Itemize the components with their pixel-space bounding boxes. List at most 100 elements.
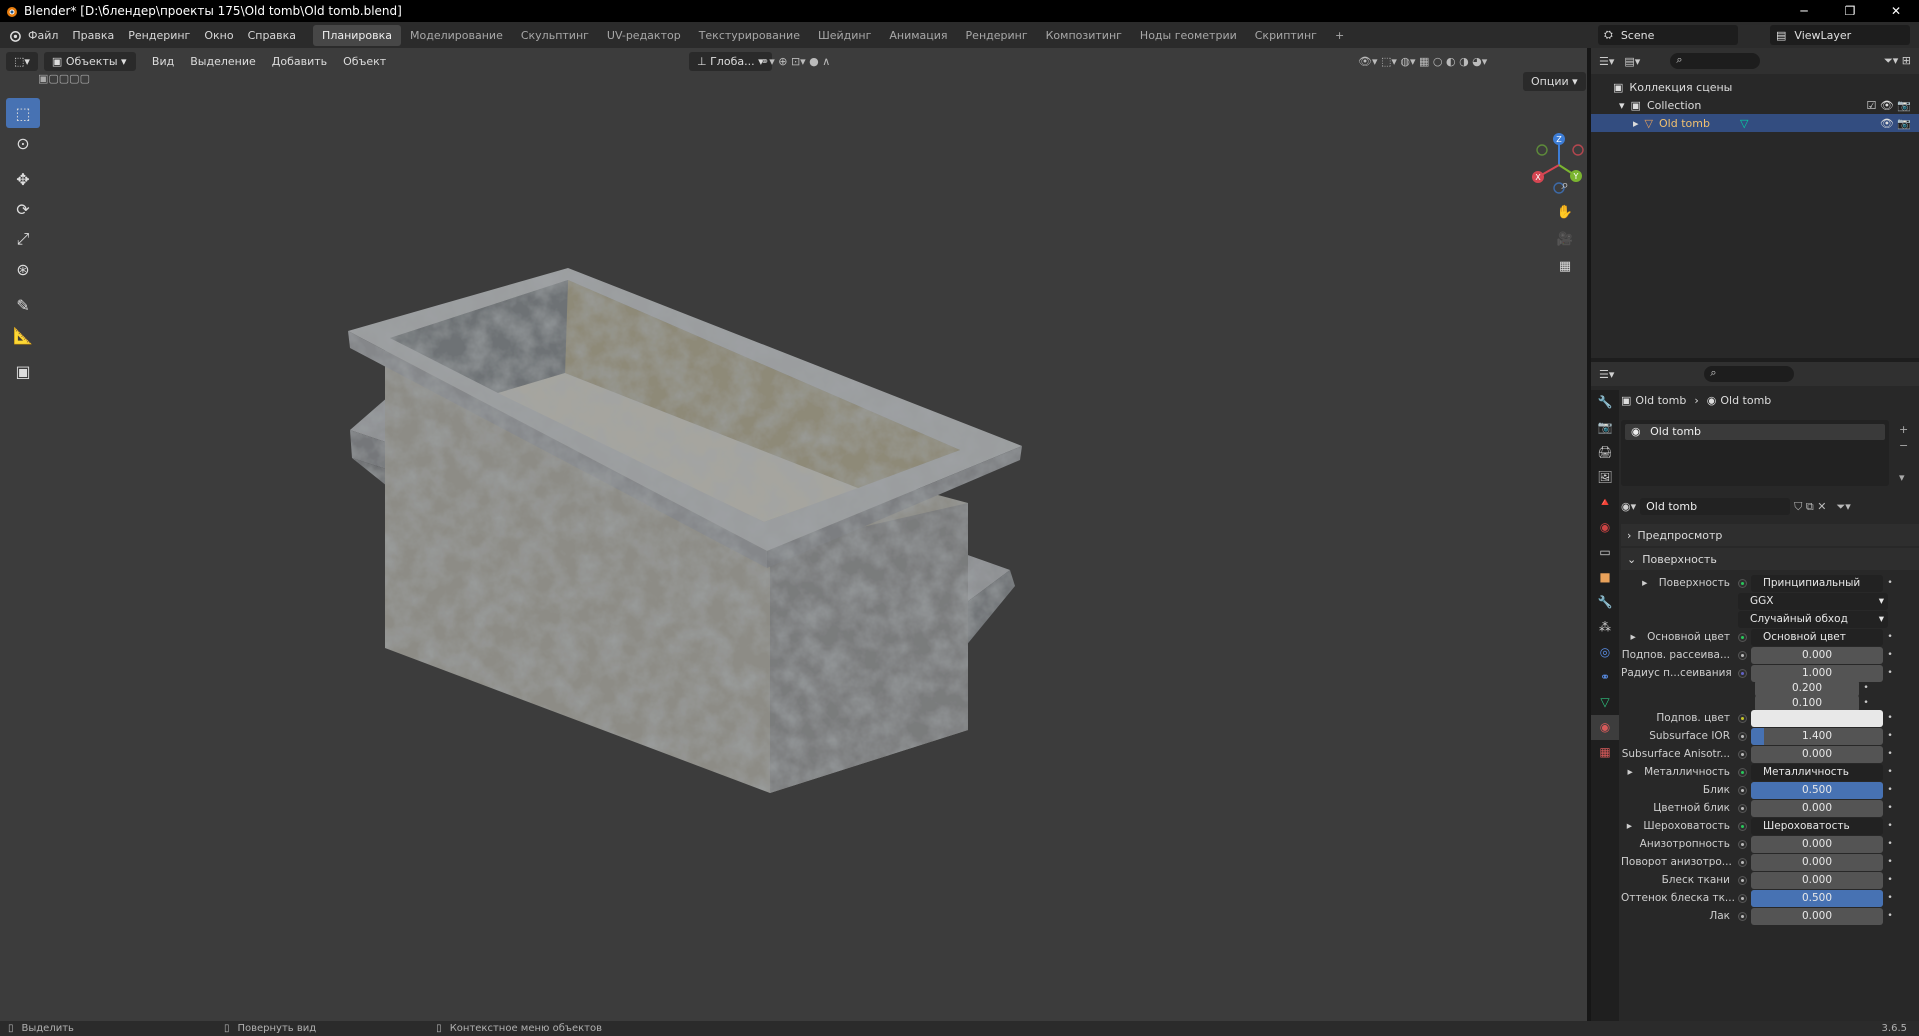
material-tab-icon[interactable]: ◉ <box>1591 715 1619 740</box>
socket-icon[interactable] <box>1738 821 1747 831</box>
camera-icon[interactable]: 🎥 <box>1553 228 1577 252</box>
keyframe-dot-icon[interactable]: • <box>1883 731 1897 741</box>
property-link-field[interactable]: Шероховатость <box>1751 817 1883 835</box>
tab-workspace[interactable]: Анимация <box>880 25 956 46</box>
property-select[interactable]: Случайный обход ▾ <box>1738 610 1888 628</box>
expand-arrow-icon[interactable]: ▸ <box>1633 117 1639 130</box>
keyframe-dot-icon[interactable]: • <box>1883 785 1897 795</box>
expand-arrow-icon[interactable]: ▸ <box>1627 820 1636 832</box>
render-tab-icon[interactable]: 📷 <box>1591 415 1619 440</box>
properties-editor[interactable]: ☰▾ ⌕ 🔧 📷 🖨 🖼 🔺 ◉ ▭ ■ 🔧 ⁂ ◎ ⚭ ▽ ◉ ▦ ▣ Old… <box>1591 362 1919 1021</box>
keyframe-dot-icon[interactable]: • <box>1883 749 1897 759</box>
expand-arrow-icon[interactable]: ▸ <box>1631 631 1640 643</box>
socket-icon[interactable] <box>1738 731 1747 741</box>
socket-icon[interactable] <box>1738 803 1747 813</box>
particles-tab-icon[interactable]: ⁂ <box>1591 615 1619 640</box>
property-select[interactable]: GGX ▾ <box>1738 592 1888 610</box>
socket-icon[interactable] <box>1738 632 1747 642</box>
property-number-field[interactable]: 0.000 <box>1751 745 1883 763</box>
tomb-model[interactable] <box>0 48 1587 1021</box>
property-number-field[interactable]: 0.000 <box>1751 871 1883 889</box>
material-actions-icons[interactable]: ⛉ ⧉ ✕ <box>1794 500 1826 514</box>
object-tab-icon[interactable]: ■ <box>1591 565 1619 590</box>
texture-tab-icon[interactable]: ▦ <box>1591 740 1619 765</box>
3d-viewport[interactable]: ⬚▾ ▣ Объекты ▾ Вид Выделение Добавить Объек… <box>0 48 1587 1021</box>
expand-arrow-icon[interactable]: ▾ <box>1619 99 1625 112</box>
menu-item[interactable]: Рендеринг <box>121 29 197 42</box>
property-number-field[interactable]: 0.000 <box>1751 646 1883 664</box>
pan-hand-icon[interactable]: ✋ <box>1553 201 1577 225</box>
keyframe-dot-icon[interactable]: • <box>1883 911 1897 921</box>
visibility-icons[interactable]: ☑ 👁 📷 <box>1866 99 1911 112</box>
filter-icon[interactable]: ⏷▾ ⊞ <box>1884 54 1911 68</box>
expand-arrow-icon[interactable]: ▸ <box>1628 766 1637 778</box>
socket-icon[interactable] <box>1738 875 1747 885</box>
socket-icon[interactable] <box>1738 893 1747 903</box>
expand-arrow-icon[interactable]: ▸ <box>1642 577 1651 589</box>
keyframe-dot-icon[interactable]: • <box>1883 767 1897 777</box>
property-number-field[interactable]: 0.500 <box>1751 781 1883 799</box>
surface-panel[interactable]: ⌄ Поверхность <box>1621 548 1919 570</box>
property-number-field[interactable]: 0.000 <box>1751 907 1883 925</box>
world-tab-icon[interactable]: ◉ <box>1591 515 1619 540</box>
socket-icon[interactable] <box>1738 857 1747 867</box>
property-number-field[interactable]: 0.500 <box>1751 889 1883 907</box>
view-layer-tab-icon[interactable]: 🖼 <box>1591 465 1619 490</box>
property-number-field[interactable]: 0.000 <box>1751 853 1883 871</box>
menu-item[interactable]: Справка <box>241 29 303 42</box>
socket-icon[interactable] <box>1738 767 1747 777</box>
blender-menu-icon[interactable] <box>8 29 21 42</box>
tab-workspace[interactable]: Текстурирование <box>690 25 809 46</box>
zoom-icon[interactable]: ⌕ <box>1553 174 1577 198</box>
tab-workspace[interactable]: Ноды геометрии <box>1131 25 1246 46</box>
scene-tab-icon[interactable]: 🔺 <box>1591 490 1619 515</box>
material-slot[interactable]: ◉ Old tomb <box>1625 424 1885 440</box>
keyframe-dot-icon[interactable]: • <box>1883 632 1897 642</box>
socket-icon[interactable] <box>1738 911 1747 921</box>
color-swatch[interactable] <box>1751 709 1883 727</box>
tab-workspace[interactable]: + <box>1326 25 1353 46</box>
outliner-scene-collection[interactable]: ▣ Коллекция сцены <box>1591 78 1919 96</box>
keyframe-dot-icon[interactable]: • <box>1883 875 1897 885</box>
socket-icon[interactable] <box>1738 749 1747 759</box>
outliner-object-row[interactable]: ▸ ▽ Old tomb ▽ 👁 📷 <box>1591 114 1919 132</box>
modifier-tab-icon[interactable]: 🔧 <box>1591 590 1619 615</box>
keyframe-dot-icon[interactable]: • <box>1883 821 1897 831</box>
outliner-search-input[interactable]: ⌕ <box>1670 53 1761 69</box>
socket-icon[interactable] <box>1738 650 1747 660</box>
grid-perspective-icon[interactable]: ▦ <box>1553 255 1577 279</box>
tab-workspace[interactable]: Скульптинг <box>512 25 598 46</box>
keyframe-dot-icon[interactable]: • <box>1883 893 1897 903</box>
collection-tab-icon[interactable]: ▭ <box>1591 540 1619 565</box>
browse-icon[interactable]: ⏷▾ <box>1836 500 1850 514</box>
slot-buttons[interactable]: + − ▾ <box>1899 422 1908 486</box>
close-button[interactable]: ✕ <box>1873 0 1919 22</box>
tab-workspace[interactable]: UV-редактор <box>598 25 690 46</box>
editor-type-icon[interactable]: ☰▾ <box>1599 55 1614 68</box>
property-link-field[interactable]: Основной цвет <box>1751 628 1883 646</box>
property-number-field[interactable]: 1.400 <box>1751 727 1883 745</box>
tab-workspace[interactable]: Рендеринг <box>957 25 1037 46</box>
keyframe-dot-icon[interactable]: • <box>1883 650 1897 660</box>
property-number-field[interactable]: 0.000 <box>1751 835 1883 853</box>
keyframe-dot-icon[interactable]: • <box>1883 857 1897 867</box>
display-mode-icon[interactable]: ▤▾ <box>1624 55 1640 68</box>
keyframe-dot-icon[interactable]: • <box>1883 803 1897 813</box>
socket-icon[interactable] <box>1738 578 1747 588</box>
constraints-tab-icon[interactable]: ⚭ <box>1591 665 1619 690</box>
preview-panel[interactable]: › Предпросмотр <box>1621 524 1919 546</box>
socket-icon[interactable] <box>1738 839 1747 849</box>
mesh-data-icon[interactable]: ▽ <box>1740 117 1748 130</box>
maximize-button[interactable]: ❐ <box>1827 0 1873 22</box>
outliner[interactable]: ☰▾ ▤▾ ⌕ ⏷▾ ⊞ ▣ Коллекция сцены ▾ ▣ Collecti… <box>1591 48 1919 358</box>
material-slot-list[interactable]: ◉ Old tomb <box>1621 420 1889 486</box>
tab-workspace[interactable]: Композитинг <box>1037 25 1131 46</box>
menu-item[interactable]: Правка <box>65 29 121 42</box>
socket-icon[interactable] <box>1738 785 1747 795</box>
property-link-field[interactable]: Металличность <box>1751 763 1883 781</box>
physics-tab-icon[interactable]: ◎ <box>1591 640 1619 665</box>
outliner-collection[interactable]: ▾ ▣ Collection ☑ 👁 📷 <box>1591 96 1919 114</box>
keyframe-dot-icon[interactable]: • <box>1883 839 1897 849</box>
tab-workspace[interactable]: Скриптинг <box>1246 25 1326 46</box>
menu-item[interactable]: Файл <box>21 29 65 42</box>
